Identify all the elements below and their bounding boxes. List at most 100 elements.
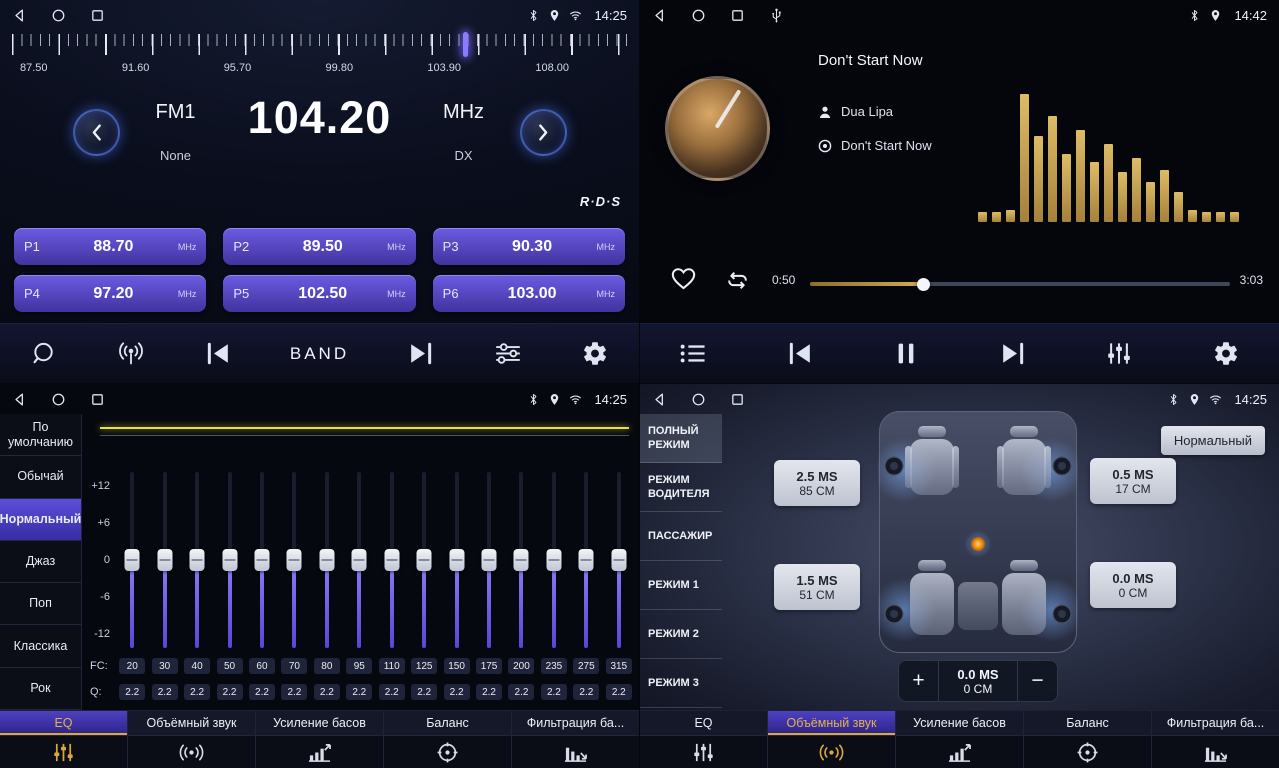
slider-handle[interactable]	[579, 549, 594, 571]
eq-band-slider-15[interactable]	[603, 472, 635, 648]
back-icon[interactable]	[652, 8, 667, 23]
slider-handle[interactable]	[222, 549, 237, 571]
playlist-icon[interactable]	[678, 340, 708, 367]
eq-preset-item-1[interactable]: Обычай	[0, 456, 81, 498]
tab-bass-boost[interactable]: Усиление басов	[896, 711, 1024, 768]
delay-chip-front-left[interactable]: 2.5 MS 85 CM	[774, 460, 860, 506]
progress-thumb[interactable]	[917, 278, 930, 291]
home-icon[interactable]	[51, 8, 66, 23]
preset-button-p4[interactable]: P497.20MHz	[14, 275, 206, 312]
eq-band-slider-3[interactable]	[213, 472, 245, 648]
back-icon[interactable]	[652, 392, 667, 407]
slider-handle[interactable]	[157, 549, 172, 571]
pause-icon[interactable]	[891, 340, 921, 367]
tune-up-button[interactable]	[520, 109, 567, 156]
recents-icon[interactable]	[90, 392, 105, 407]
home-icon[interactable]	[51, 392, 66, 407]
eq-band-slider-1[interactable]	[148, 472, 180, 648]
eq-preset-item-4[interactable]: Поп	[0, 583, 81, 625]
home-icon[interactable]	[691, 8, 706, 23]
repeat-icon[interactable]	[724, 268, 751, 293]
tab-eq-faders[interactable]: EQ	[0, 711, 128, 768]
recents-icon[interactable]	[730, 392, 745, 407]
eq-preset-item-0[interactable]: По умолчанию	[0, 414, 81, 456]
slider-handle[interactable]	[546, 549, 561, 571]
settings-icon[interactable]	[1211, 340, 1241, 367]
mixer-icon[interactable]	[1104, 340, 1134, 367]
eq-band-slider-14[interactable]	[570, 472, 602, 648]
scan-icon[interactable]	[29, 340, 59, 367]
eq-band-slider-13[interactable]	[538, 472, 570, 648]
tune-down-button[interactable]	[73, 109, 120, 156]
preset-button-p6[interactable]: P6103.00MHz	[433, 275, 625, 312]
eq-band-slider-8[interactable]	[376, 472, 408, 648]
delay-chip-rear-left[interactable]: 1.5 MS 51 CM	[774, 564, 860, 610]
tuner-indicator[interactable]	[463, 32, 468, 57]
seek-bar[interactable]	[810, 282, 1230, 286]
mode-item-2[interactable]: ПАССАЖИР	[640, 512, 722, 561]
delay-chip-front-right[interactable]: 0.5 MS 17 CM	[1090, 458, 1176, 504]
tab-balance[interactable]: Баланс	[384, 711, 512, 768]
slider-handle[interactable]	[449, 549, 464, 571]
eq-band-slider-6[interactable]	[311, 472, 343, 648]
increase-delay-button[interactable]: +	[899, 661, 939, 701]
mode-item-1[interactable]: РЕЖИМ ВОДИТЕЛЯ	[640, 463, 722, 512]
slider-handle[interactable]	[514, 549, 529, 571]
back-icon[interactable]	[12, 8, 27, 23]
mode-item-3[interactable]: РЕЖИМ 1	[640, 561, 722, 610]
next-track-icon[interactable]	[998, 340, 1028, 367]
tab-eq-faders[interactable]: EQ	[640, 711, 768, 768]
slider-handle[interactable]	[611, 549, 626, 571]
eq-band-slider-2[interactable]	[181, 472, 213, 648]
preset-button-p2[interactable]: P289.50MHz	[223, 228, 415, 265]
eq-band-slider-4[interactable]	[246, 472, 278, 648]
band-button[interactable]: BAND	[290, 344, 349, 364]
recents-icon[interactable]	[90, 8, 105, 23]
eq-preset-item-2[interactable]: Нормальный	[0, 499, 81, 541]
tab-balance[interactable]: Баланс	[1024, 711, 1152, 768]
slider-handle[interactable]	[319, 549, 334, 571]
eq-band-slider-9[interactable]	[408, 472, 440, 648]
eq-band-slider-5[interactable]	[278, 472, 310, 648]
recents-icon[interactable]	[730, 8, 745, 23]
frequency-ruler[interactable]	[8, 32, 631, 58]
settings-icon[interactable]	[580, 340, 610, 367]
mode-item-5[interactable]: РЕЖИМ 3	[640, 659, 722, 708]
stage-preset-button[interactable]: Нормальный	[1161, 426, 1265, 455]
back-icon[interactable]	[12, 392, 27, 407]
eq-band-slider-11[interactable]	[473, 472, 505, 648]
slider-handle[interactable]	[384, 549, 399, 571]
home-icon[interactable]	[691, 392, 706, 407]
decrease-delay-button[interactable]: −	[1017, 661, 1057, 701]
eq-preset-item-3[interactable]: Джаз	[0, 541, 81, 583]
tab-crossover-filter[interactable]: Фильтрация ба...	[512, 711, 639, 768]
delay-chip-rear-right[interactable]: 0.0 MS 0 CM	[1090, 562, 1176, 608]
preset-button-p3[interactable]: P390.30MHz	[433, 228, 625, 265]
preset-button-p5[interactable]: P5102.50MHz	[223, 275, 415, 312]
eq-band-slider-0[interactable]	[116, 472, 148, 648]
eq-band-slider-7[interactable]	[343, 472, 375, 648]
broadcast-icon[interactable]	[116, 340, 146, 367]
eq-band-slider-12[interactable]	[505, 472, 537, 648]
slider-handle[interactable]	[482, 549, 497, 571]
slider-handle[interactable]	[417, 549, 432, 571]
tab-bass-boost[interactable]: Усиление басов	[256, 711, 384, 768]
tab-crossover-filter[interactable]: Фильтрация ба...	[1152, 711, 1279, 768]
eq-preset-item-5[interactable]: Классика	[0, 625, 81, 667]
slider-handle[interactable]	[125, 549, 140, 571]
eq-band-slider-10[interactable]	[440, 472, 472, 648]
preset-button-p1[interactable]: P188.70MHz	[14, 228, 206, 265]
tab-surround-sound[interactable]: Объёмный звук	[768, 711, 896, 768]
previous-track-icon[interactable]	[785, 340, 815, 367]
slider-handle[interactable]	[352, 549, 367, 571]
next-station-icon[interactable]	[406, 340, 436, 367]
slider-handle[interactable]	[254, 549, 269, 571]
favorite-icon[interactable]	[670, 266, 697, 291]
eq-preset-item-6[interactable]: Рок	[0, 668, 81, 710]
slider-handle[interactable]	[287, 549, 302, 571]
tab-surround-sound[interactable]: Объёмный звук	[128, 711, 256, 768]
previous-station-icon[interactable]	[203, 340, 233, 367]
mode-item-4[interactable]: РЕЖИМ 2	[640, 610, 722, 659]
slider-handle[interactable]	[190, 549, 205, 571]
mode-item-0[interactable]: ПОЛНЫЙ РЕЖИМ	[640, 414, 722, 463]
